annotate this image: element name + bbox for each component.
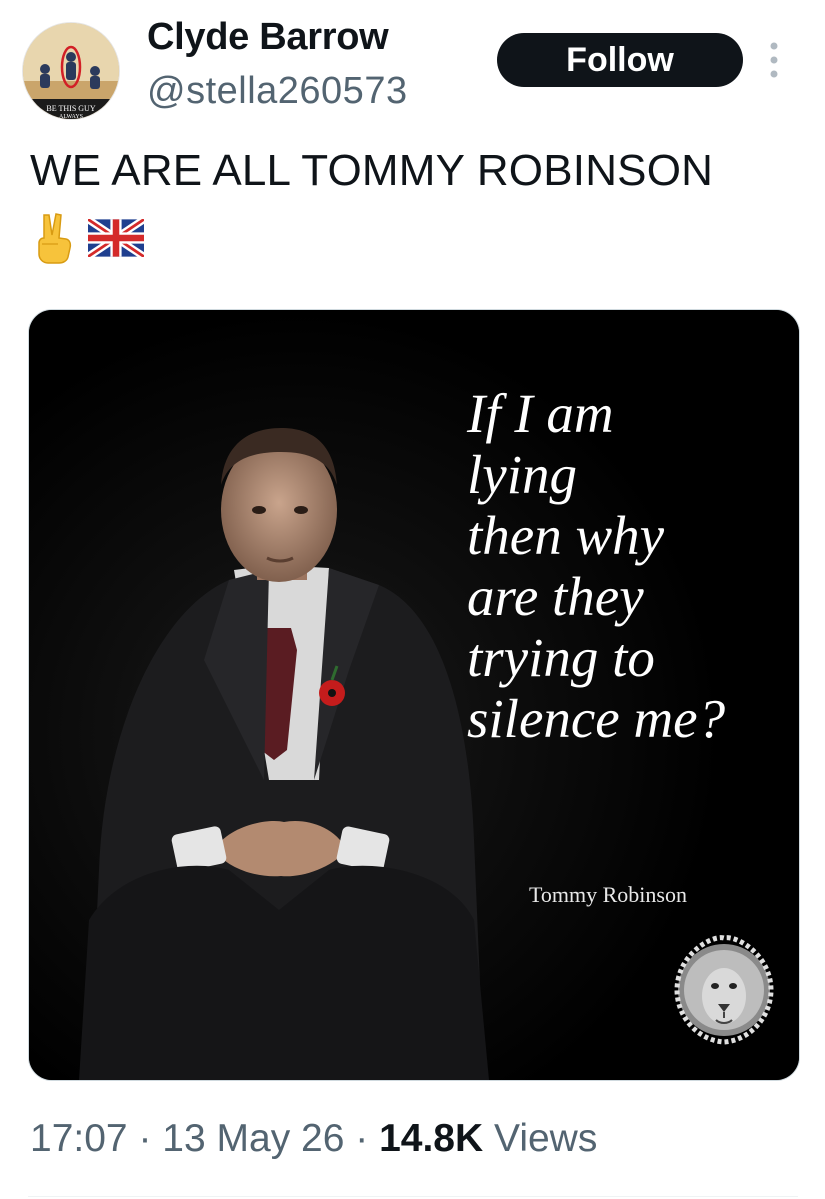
- more-vertical-icon[interactable]: [766, 40, 782, 80]
- quote-line: are they: [467, 566, 644, 627]
- quote-line: trying to: [467, 627, 655, 688]
- tweet-text: WE ARE ALL TOMMY ROBINSON: [30, 146, 714, 195]
- quote-text: If I am lying then why are they trying t…: [467, 383, 725, 749]
- tweet-media-image[interactable]: If I am lying then why are they trying t…: [28, 309, 800, 1081]
- author-display-name[interactable]: Clyde Barrow: [147, 16, 389, 59]
- victory-hand-icon: [32, 211, 76, 270]
- quote-line: then why: [467, 505, 665, 566]
- tweet-time[interactable]: 17:07: [30, 1117, 128, 1160]
- views-label: Views: [494, 1117, 598, 1160]
- meta-separator: ·: [138, 1117, 152, 1160]
- emoji-row: [32, 211, 147, 270]
- quote-line: If I am: [467, 383, 614, 444]
- follow-button-label: Follow: [566, 40, 674, 79]
- quote-line: silence me?: [467, 688, 726, 749]
- quote-attribution: Tommy Robinson: [529, 882, 687, 907]
- views-count[interactable]: 14.8K: [379, 1117, 483, 1160]
- follow-button[interactable]: Follow: [497, 33, 743, 87]
- divider: [28, 1196, 798, 1197]
- tweet-date[interactable]: 13 May 26: [162, 1117, 344, 1160]
- union-jack-flag-icon: [85, 215, 147, 262]
- svg-text:ALWAYS: ALWAYS: [59, 114, 83, 119]
- author-handle[interactable]: @stella260573: [147, 70, 408, 113]
- meta-separator: ·: [355, 1117, 369, 1160]
- tweet-meta: 17:07 · 13 May 26 · 14.8K Views: [30, 1117, 597, 1161]
- avatar[interactable]: BE THIS GUY ALWAYS: [22, 22, 120, 120]
- avatar-caption: BE THIS GUY: [46, 104, 95, 113]
- quote-line: lying: [467, 444, 577, 505]
